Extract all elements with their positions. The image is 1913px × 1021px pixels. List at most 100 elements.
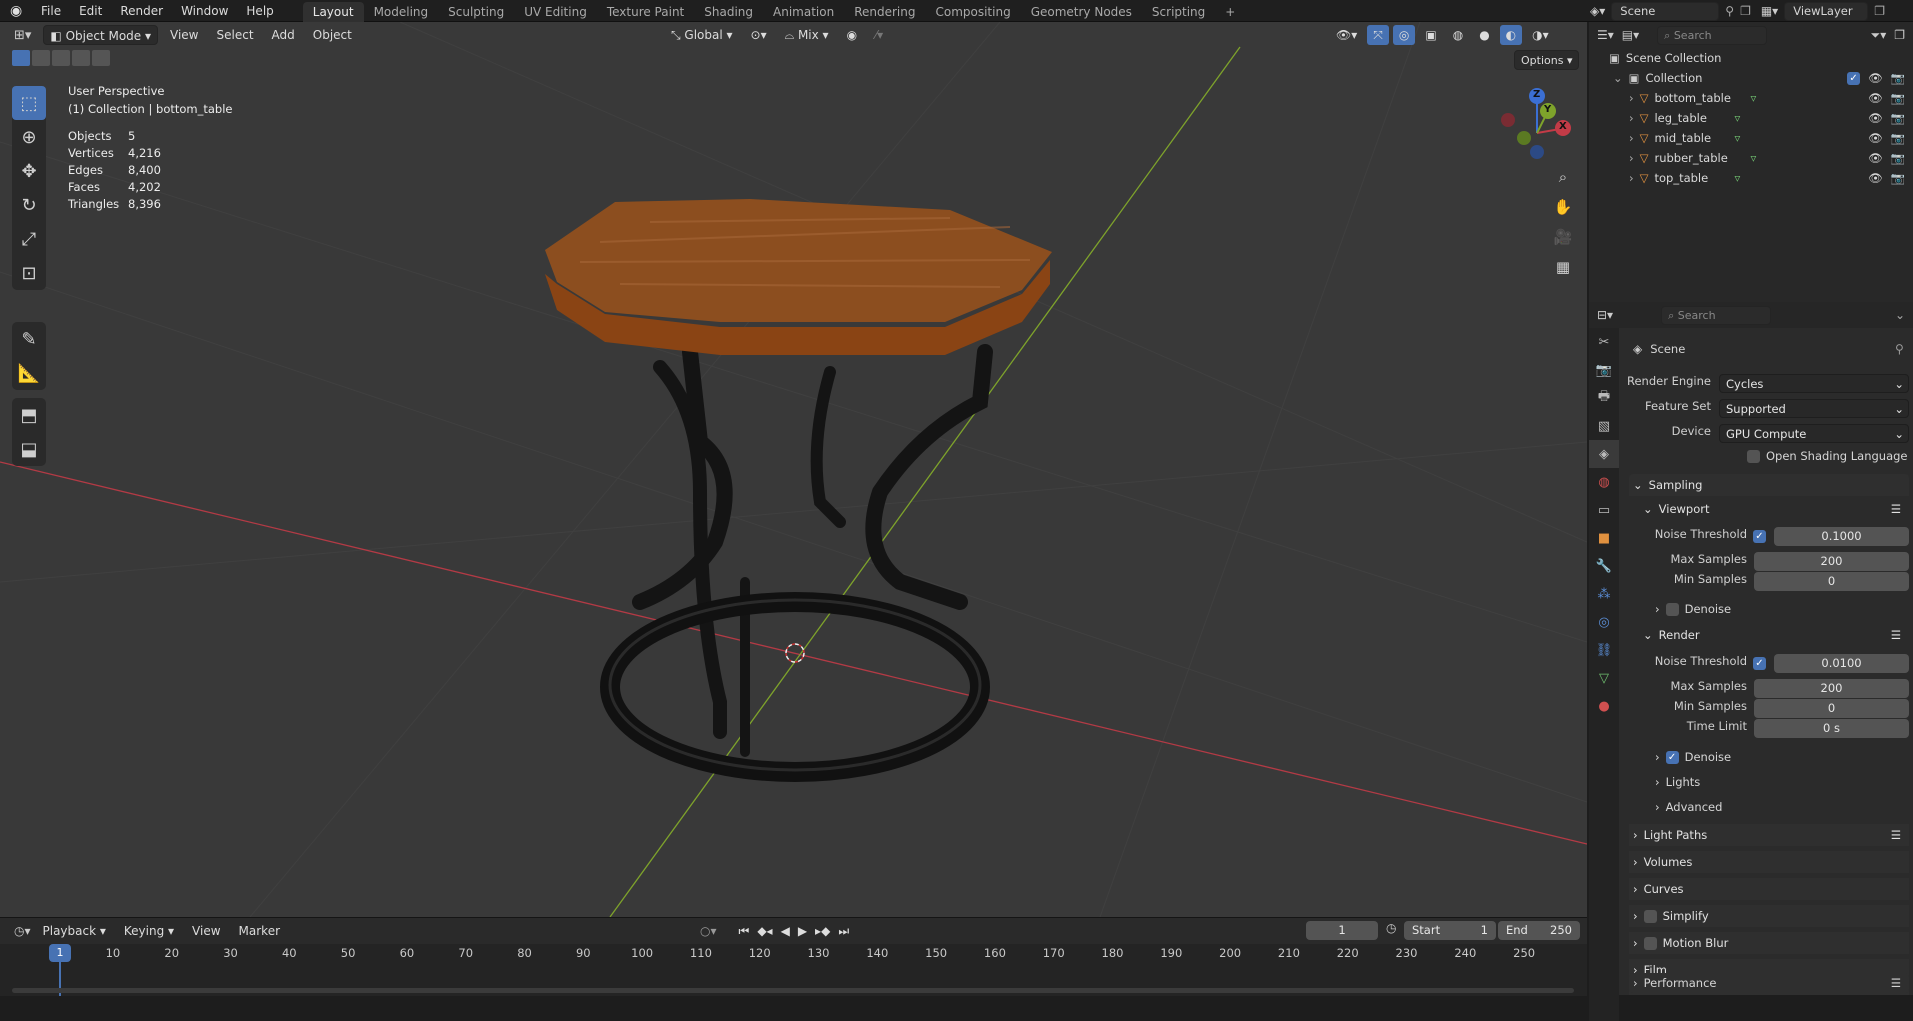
r-denoise-row[interactable]: › ✓ Denoise bbox=[1655, 750, 1731, 764]
transform-tool-icon[interactable]: ⊡ bbox=[12, 256, 46, 290]
menu-select[interactable]: Select bbox=[211, 25, 260, 45]
render-engine-select[interactable]: Cycles ⌄ bbox=[1719, 374, 1909, 393]
advanced-subpanel-header[interactable]: › Advanced bbox=[1655, 800, 1722, 814]
visibility-eye-icon[interactable]: 👁 bbox=[1868, 111, 1883, 125]
menu-edit[interactable]: Edit bbox=[70, 0, 111, 22]
world-tab-icon[interactable]: ◍ bbox=[1589, 468, 1619, 496]
render-camera-icon[interactable]: 📷 bbox=[1891, 131, 1905, 145]
menu-playback[interactable]: Playback ▾ bbox=[37, 921, 112, 941]
display-mode-icon[interactable]: ▤▾ bbox=[1622, 28, 1639, 42]
render-camera-icon[interactable]: 📷 bbox=[1891, 151, 1905, 165]
object-row[interactable]: › ▽ mid_table ▿ 👁 📷 bbox=[1629, 128, 1913, 148]
playhead[interactable]: 1 bbox=[49, 944, 71, 962]
frame-ruler[interactable]: 10 20 30 40 50 60 70 80 90 100 110 120 130 140 150 160 1… bbox=[0, 944, 1587, 996]
visibility-eye-icon[interactable]: 👁 bbox=[1868, 131, 1883, 145]
new-collection-icon[interactable]: ❐ bbox=[1894, 28, 1905, 42]
options-button[interactable]: Options ▾ bbox=[1514, 50, 1580, 70]
annotate-tool-icon[interactable]: ✎ bbox=[12, 322, 46, 356]
render-camera-icon[interactable]: 📷 bbox=[1891, 111, 1905, 125]
expand-icon[interactable]: › bbox=[1629, 151, 1634, 165]
exclude-checkbox[interactable]: ✓ bbox=[1847, 71, 1861, 85]
visibility-eye-icon[interactable]: 👁 bbox=[1868, 71, 1883, 85]
visibility-eye-icon[interactable]: 👁 bbox=[1868, 151, 1883, 165]
zoom-icon[interactable]: ⌕ bbox=[1550, 164, 1576, 190]
performance-panel-header[interactable]: › Performance ☰ bbox=[1629, 973, 1909, 993]
collection-tab-icon[interactable]: ▭ bbox=[1589, 496, 1619, 524]
start-frame-field[interactable]: Start 1 bbox=[1404, 921, 1496, 940]
tab-layout[interactable]: Layout bbox=[302, 2, 364, 22]
play-reverse-icon[interactable]: ◀ bbox=[781, 924, 790, 938]
simplify-panel[interactable]: › Simplify bbox=[1629, 905, 1909, 927]
menu-add[interactable]: Add bbox=[266, 25, 301, 45]
vp-noise-field[interactable]: 0.1000 bbox=[1774, 527, 1909, 546]
rotate-tool-icon[interactable]: ↻ bbox=[12, 188, 46, 222]
device-select[interactable]: GPU Compute ⌄ bbox=[1719, 424, 1909, 443]
properties-search-input[interactable]: ⌕ Search bbox=[1661, 305, 1772, 325]
outliner-editor-icon[interactable]: ☰▾ bbox=[1597, 28, 1614, 42]
osl-checkbox[interactable] bbox=[1747, 449, 1760, 463]
xray-icon[interactable]: ▣ bbox=[1419, 25, 1442, 45]
vp-denoise-row[interactable]: › Denoise bbox=[1655, 602, 1731, 616]
r-time-limit-field[interactable]: 0 s bbox=[1754, 719, 1909, 738]
overlay-toggle-icon[interactable]: ◎ bbox=[1392, 25, 1416, 45]
collection-row[interactable]: ⌄ ▣ Collection ✓ 👁 📷 bbox=[1613, 68, 1913, 88]
pivot-point-icon[interactable]: ⊙▾ bbox=[745, 25, 773, 45]
visibility-icon[interactable]: 👁▾ bbox=[1330, 25, 1363, 45]
view-layer-tab-icon[interactable]: ▧ bbox=[1589, 412, 1619, 440]
measure-tool-icon[interactable]: 📐 bbox=[12, 356, 46, 390]
vp-noise-checkbox[interactable]: ✓ bbox=[1753, 530, 1766, 543]
tab-compositing[interactable]: Compositing bbox=[925, 2, 1020, 22]
new-scene-icon[interactable]: ❐ bbox=[1740, 4, 1751, 18]
motion-blur-panel[interactable]: › Motion Blur bbox=[1629, 932, 1909, 954]
view-layer-icon[interactable]: ▦▾ bbox=[1761, 4, 1778, 18]
timeline-scrollbar[interactable] bbox=[12, 988, 1574, 993]
vp-min-samples-field[interactable]: 0 bbox=[1754, 572, 1909, 591]
curves-panel[interactable]: › Curves bbox=[1629, 878, 1909, 900]
view-layer-selector[interactable]: ViewLayer bbox=[1784, 1, 1869, 21]
snap-toggle[interactable]: ⌓ Mix ▾ bbox=[779, 25, 835, 45]
presets-list-icon[interactable]: ☰ bbox=[1891, 976, 1901, 990]
mode-selector[interactable]: ◧ Object Mode ▾ bbox=[43, 25, 159, 45]
viewport-subpanel-header[interactable]: ⌄ Viewport ☰ bbox=[1643, 498, 1909, 520]
object-row[interactable]: › ▽ rubber_table ▿ 👁 📷 bbox=[1629, 148, 1913, 168]
material-shading-icon[interactable]: ◐ bbox=[1499, 25, 1523, 45]
presets-list-icon[interactable]: ☰ bbox=[1891, 498, 1901, 520]
menu-file[interactable]: File bbox=[32, 0, 70, 22]
presets-list-icon[interactable]: ☰ bbox=[1891, 624, 1901, 646]
expand-icon[interactable]: › bbox=[1629, 91, 1634, 105]
next-keyframe-icon[interactable]: ▸◆ bbox=[815, 924, 830, 938]
scene-icon[interactable]: ◈▾ bbox=[1590, 4, 1605, 18]
select-new-icon[interactable] bbox=[12, 50, 30, 66]
proportional-edit-icon[interactable]: ◉ bbox=[841, 25, 863, 45]
pin-icon[interactable]: ⚲ bbox=[1725, 4, 1734, 18]
rendered-shading-icon[interactable]: ◑▾ bbox=[1526, 25, 1555, 45]
blender-logo-icon[interactable]: ◉ bbox=[10, 3, 32, 19]
current-frame-field[interactable]: 1 bbox=[1306, 921, 1378, 940]
properties-options-icon[interactable]: ⌄ bbox=[1895, 308, 1905, 322]
select-intersect-icon[interactable] bbox=[92, 50, 110, 66]
r-max-samples-field[interactable]: 200 bbox=[1754, 679, 1909, 698]
scene-tab-icon[interactable]: ◈ bbox=[1589, 440, 1619, 468]
light-paths-panel[interactable]: › Light Paths ☰ bbox=[1629, 824, 1909, 846]
tool-tab-icon[interactable]: ✂ bbox=[1589, 328, 1619, 356]
modifier-tab-icon[interactable]: 🔧 bbox=[1589, 552, 1619, 580]
prev-keyframe-icon[interactable]: ◆◂ bbox=[757, 924, 772, 938]
volumes-panel[interactable]: › Volumes bbox=[1629, 851, 1909, 873]
move-tool-icon[interactable]: ✥ bbox=[12, 154, 46, 188]
jump-end-icon[interactable]: ⏭ bbox=[838, 924, 849, 939]
menu-view[interactable]: View bbox=[186, 921, 226, 941]
render-camera-icon[interactable]: 📷 bbox=[1891, 91, 1905, 105]
add-primitive-tool-icon[interactable]: ⬓ bbox=[12, 432, 46, 466]
tab-sculpting[interactable]: Sculpting bbox=[438, 2, 514, 22]
camera-view-icon[interactable]: 🎥 bbox=[1550, 224, 1576, 250]
object-row[interactable]: › ▽ top_table ▿ 👁 📷 bbox=[1629, 168, 1913, 188]
scale-tool-icon[interactable]: ⤢ bbox=[12, 222, 46, 256]
expand-icon[interactable]: › bbox=[1629, 111, 1634, 125]
menu-object[interactable]: Object bbox=[307, 25, 358, 45]
visibility-eye-icon[interactable]: 👁 bbox=[1868, 171, 1883, 185]
tab-texture-paint[interactable]: Texture Paint bbox=[597, 2, 694, 22]
motion-blur-checkbox[interactable] bbox=[1643, 937, 1657, 950]
tab-uv-editing[interactable]: UV Editing bbox=[514, 2, 597, 22]
jump-start-icon[interactable]: ⏮ bbox=[739, 924, 750, 939]
constraints-tab-icon[interactable]: ⛓ bbox=[1589, 636, 1619, 664]
